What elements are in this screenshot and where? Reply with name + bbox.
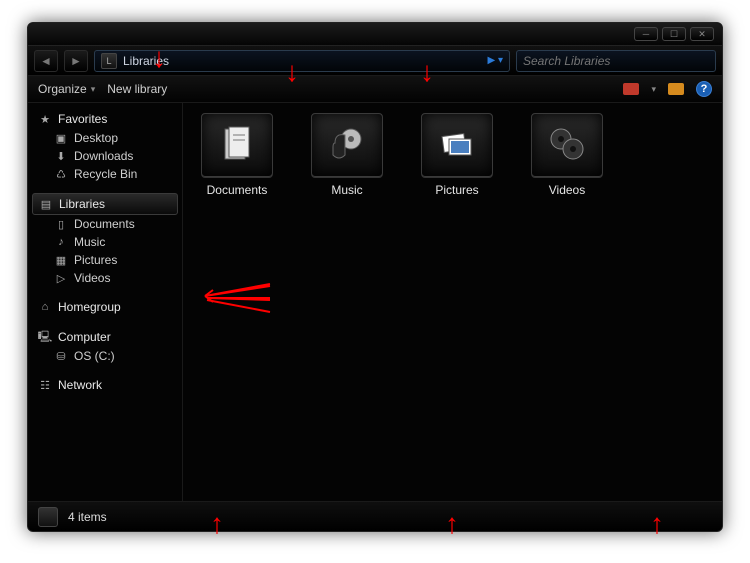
libraries-label: Libraries [59, 197, 105, 211]
navigation-bar: ◄ ► L Libraries ▶ ▾ [28, 45, 722, 75]
homegroup-icon: ⌂ [38, 300, 52, 314]
titlebar: ─ ☐ ✕ [28, 23, 722, 45]
status-icon [38, 507, 58, 527]
favorites-header[interactable]: ★ Favorites [32, 109, 178, 129]
pictures-icon: ▦ [54, 253, 68, 267]
computer-header[interactable]: 🖳 Computer [32, 327, 178, 347]
music-icon: ♪ [54, 235, 68, 249]
search-box[interactable] [516, 50, 716, 72]
sidebar-item-videos[interactable]: ▷Videos [32, 269, 178, 287]
libraries-icon: ▤ [39, 197, 53, 211]
libraries-header[interactable]: ▤ Libraries [32, 193, 178, 215]
library-label: Documents [207, 183, 268, 197]
maximize-button[interactable]: ☐ [662, 27, 686, 41]
address-location: Libraries [123, 54, 482, 68]
downloads-icon: ⬇ [54, 149, 68, 163]
sidebar-item-osc[interactable]: ⛁OS (C:) [32, 347, 178, 365]
help-button[interactable]: ? [696, 81, 712, 97]
network-header[interactable]: ☷ Network [32, 375, 178, 395]
body: ★ Favorites ▣Desktop ⬇Downloads ♺Recycle… [28, 103, 722, 501]
network-icon: ☷ [38, 378, 52, 392]
library-videos[interactable]: Videos [519, 113, 615, 197]
sidebar-item-recyclebin[interactable]: ♺Recycle Bin [32, 165, 178, 183]
sidebar-item-documents[interactable]: ▯Documents [32, 215, 178, 233]
computer-label: Computer [58, 330, 111, 344]
favorites-label: Favorites [58, 112, 107, 126]
library-documents[interactable]: Documents [189, 113, 285, 197]
videos-library-icon [531, 113, 603, 177]
back-button[interactable]: ◄ [34, 50, 58, 72]
library-pictures[interactable]: Pictures [409, 113, 505, 197]
organize-button[interactable]: Organize [38, 82, 95, 96]
sidebar-item-pictures[interactable]: ▦Pictures [32, 251, 178, 269]
sidebar-item-music[interactable]: ♪Music [32, 233, 178, 251]
library-label: Videos [549, 183, 585, 197]
drive-icon: ⛁ [54, 349, 68, 363]
library-music[interactable]: Music [299, 113, 395, 197]
documents-library-icon [201, 113, 273, 177]
navigation-pane: ★ Favorites ▣Desktop ⬇Downloads ♺Recycle… [28, 103, 183, 501]
videos-icon: ▷ [54, 271, 68, 285]
favorites-group: ★ Favorites ▣Desktop ⬇Downloads ♺Recycle… [32, 109, 178, 183]
view-button-2[interactable] [668, 83, 684, 95]
star-icon: ★ [38, 112, 52, 126]
computer-icon: 🖳 [38, 330, 52, 344]
minimize-button[interactable]: ─ [634, 27, 658, 41]
documents-icon: ▯ [54, 217, 68, 231]
homegroup-header[interactable]: ⌂ Homegroup [32, 297, 178, 317]
desktop-icon: ▣ [54, 131, 68, 145]
new-library-button[interactable]: New library [107, 82, 167, 96]
network-label: Network [58, 378, 102, 392]
recyclebin-icon: ♺ [54, 167, 68, 181]
view-button-1[interactable] [623, 83, 639, 95]
sidebar-item-desktop[interactable]: ▣Desktop [32, 129, 178, 147]
refresh-dropdown-icon[interactable]: ▶ ▾ [488, 55, 504, 66]
library-label: Pictures [435, 183, 478, 197]
libraries-icon: L [101, 53, 117, 69]
forward-button[interactable]: ► [64, 50, 88, 72]
computer-group: 🖳 Computer ⛁OS (C:) [32, 327, 178, 365]
network-group: ☷ Network [32, 375, 178, 395]
pictures-library-icon [421, 113, 493, 177]
status-text: 4 items [68, 510, 107, 524]
libraries-group: ▤ Libraries ▯Documents ♪Music ▦Pictures … [32, 193, 178, 287]
content-pane[interactable]: Documents Music Pictures Videos [183, 103, 722, 501]
status-bar: 4 items [28, 501, 722, 531]
homegroup-label: Homegroup [58, 300, 121, 314]
explorer-window: ─ ☐ ✕ ◄ ► L Libraries ▶ ▾ Organize New l… [27, 22, 723, 532]
search-input[interactable] [523, 54, 709, 68]
address-bar[interactable]: L Libraries ▶ ▾ [94, 50, 510, 72]
homegroup-group: ⌂ Homegroup [32, 297, 178, 317]
library-label: Music [331, 183, 362, 197]
music-library-icon [311, 113, 383, 177]
sidebar-item-downloads[interactable]: ⬇Downloads [32, 147, 178, 165]
command-bar: Organize New library ▾ ? [28, 75, 722, 103]
close-button[interactable]: ✕ [690, 27, 714, 41]
